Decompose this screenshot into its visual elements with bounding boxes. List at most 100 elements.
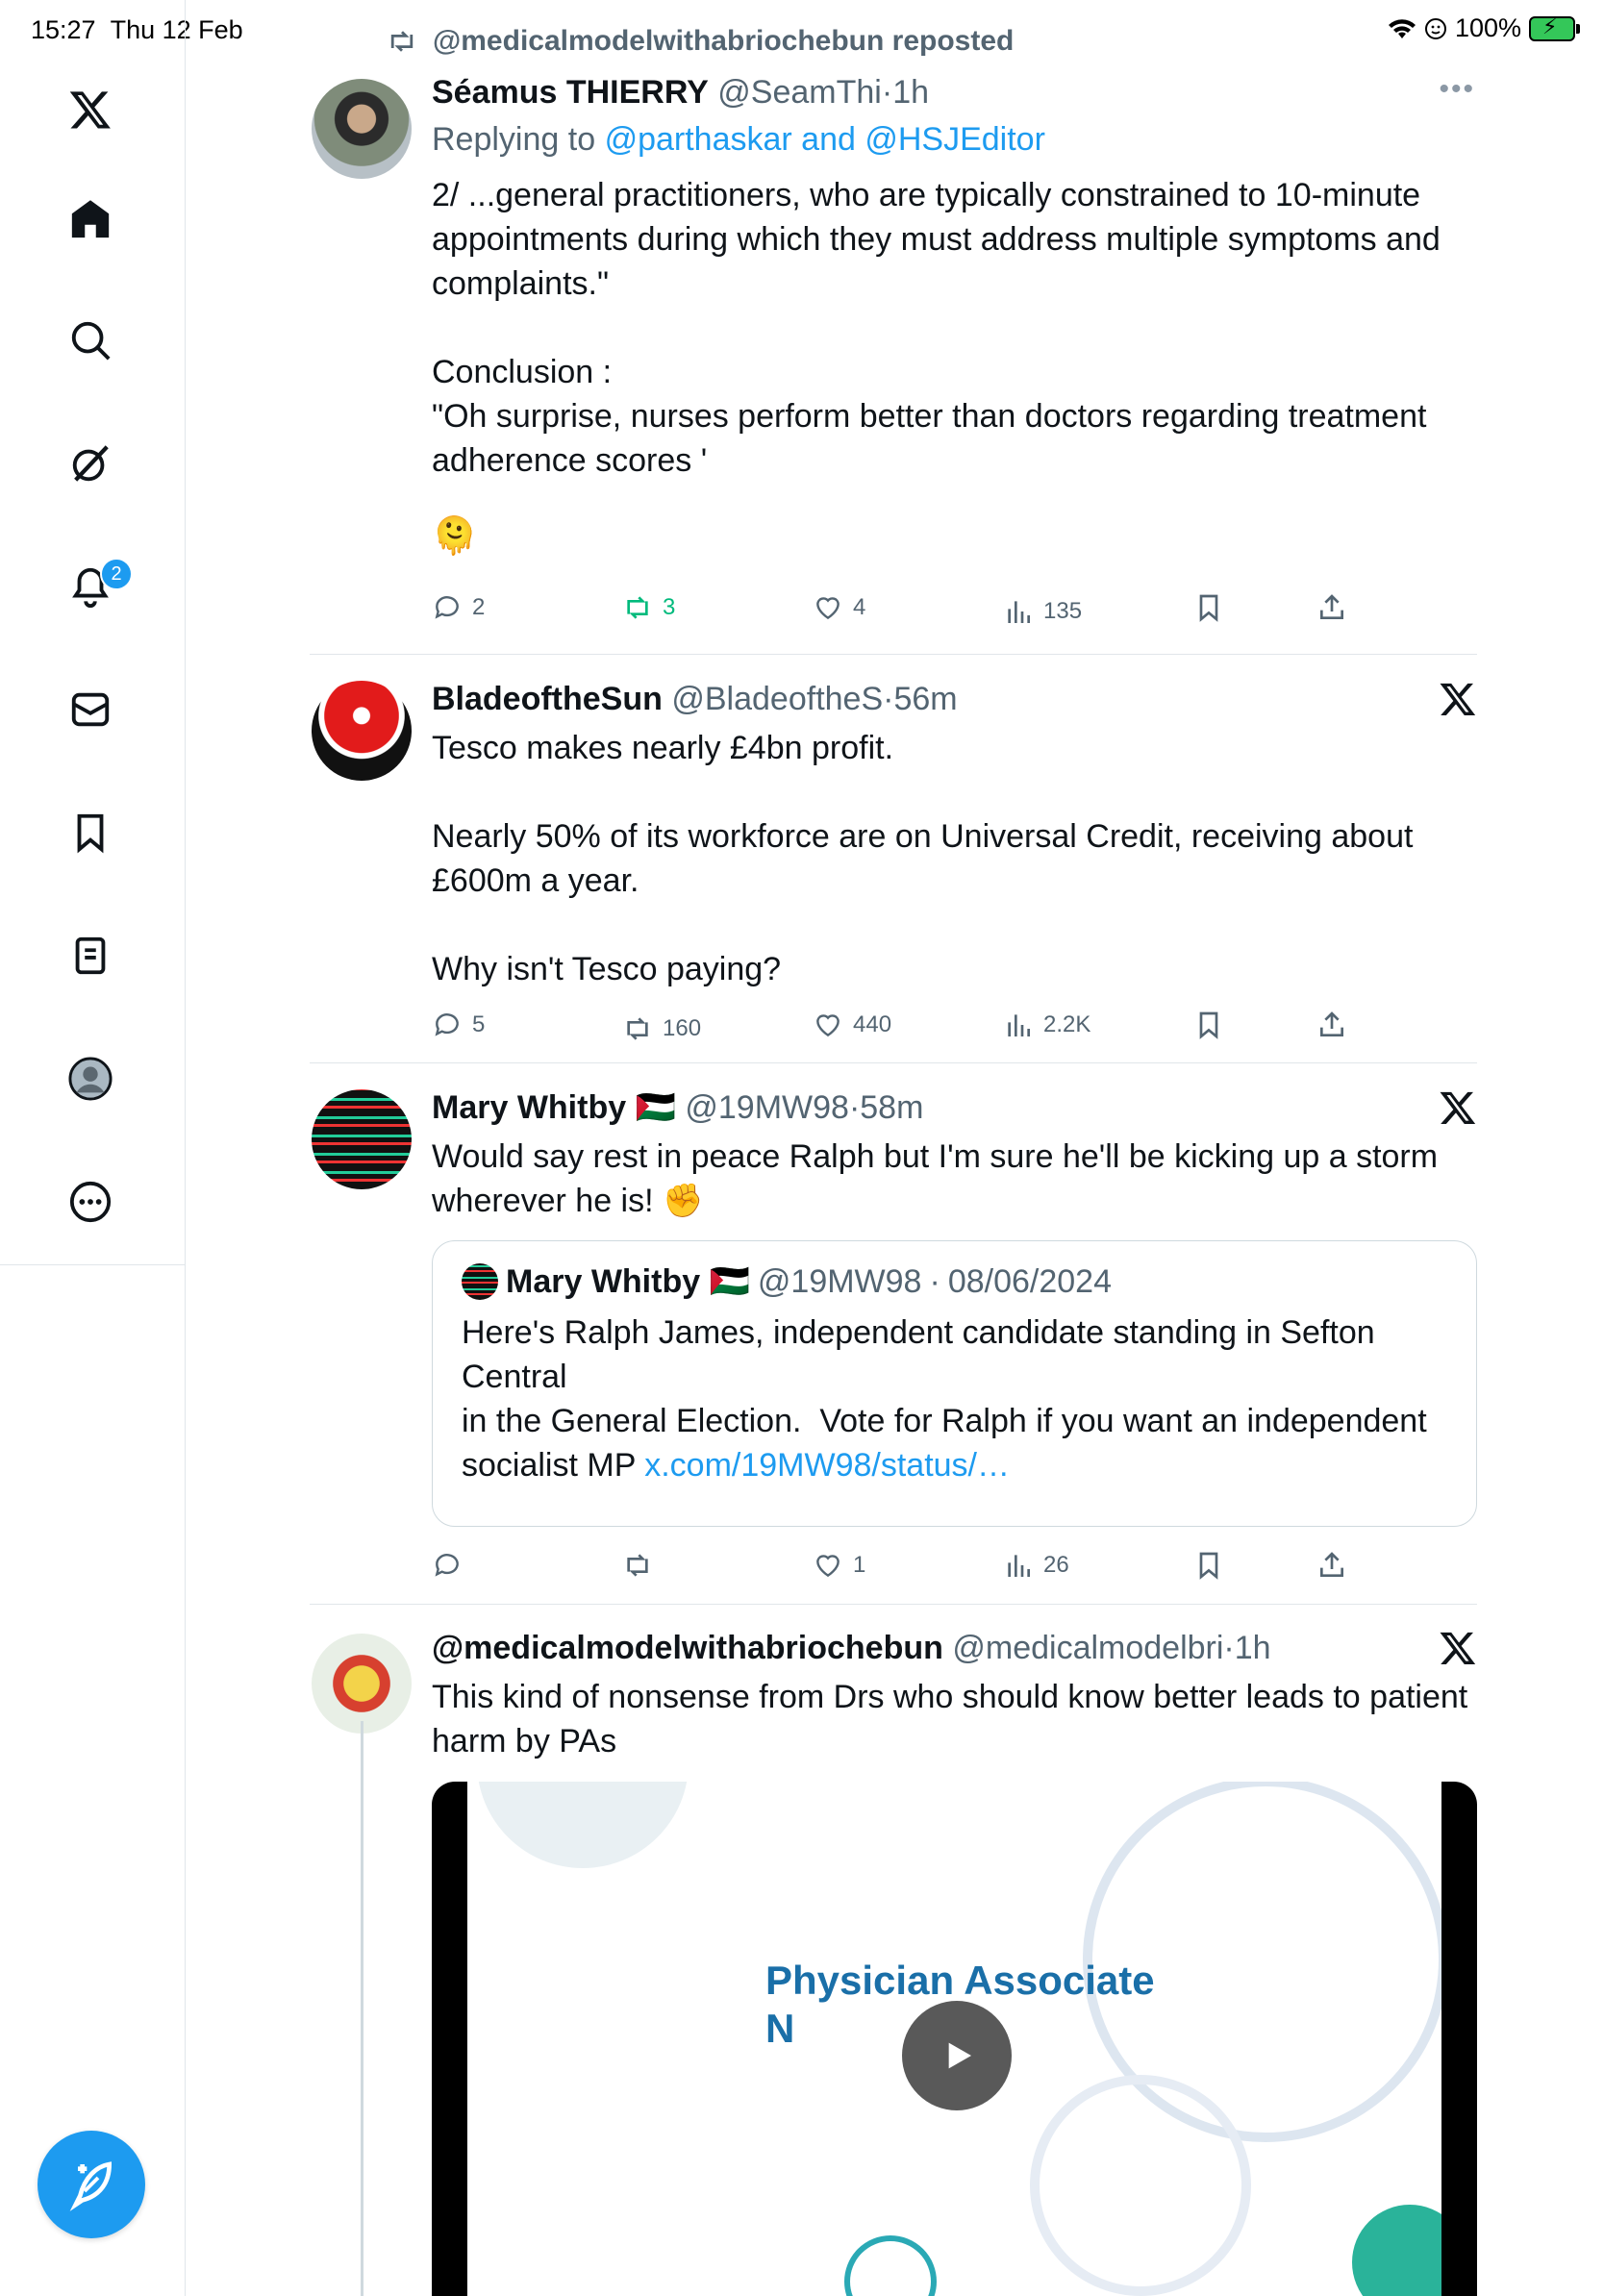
tweet-header: Mary Whitby 🇵🇸 @19MW98·58m <box>432 1085 1477 1131</box>
views-icon <box>1008 1014 1030 1036</box>
quote-handle[interactable]: @19MW98 <box>758 1263 922 1301</box>
tweet-text: This kind of nonsense from Drs who shoul… <box>432 1679 1477 1759</box>
notification-badge: 2 <box>100 558 133 590</box>
views-button[interactable]: 26 <box>1003 1546 1069 1585</box>
share-button[interactable] <box>1316 1006 1347 1044</box>
compose-feather-icon <box>69 2161 113 2211</box>
timestamp[interactable]: 58m <box>860 1089 923 1126</box>
user-handle[interactable]: @BladeoftheS <box>671 681 883 717</box>
avatar[interactable] <box>312 1634 412 1734</box>
more-icon[interactable] <box>54 1165 127 1238</box>
x-logo-icon <box>1440 683 1476 715</box>
views-icon <box>1008 1555 1030 1577</box>
repost-button[interactable]: 3 <box>622 588 675 627</box>
tweet-content: Mary Whitby 🇵🇸 @19MW98·58m Would say res… <box>432 1085 1477 1223</box>
views-button[interactable]: 135 <box>1003 592 1082 631</box>
emoji: 🫠 <box>432 516 478 557</box>
bookmark-icon <box>1199 1011 1218 1039</box>
share-button[interactable] <box>1316 1546 1347 1585</box>
views-button[interactable]: 2.2K <box>1003 1006 1090 1044</box>
avatar[interactable] <box>312 79 412 179</box>
reply-button[interactable] <box>432 1546 472 1585</box>
video-player[interactable]: Physician Associate N <box>432 1782 1477 2296</box>
avatar[interactable] <box>312 1089 412 1189</box>
timestamp[interactable]: 56m <box>893 681 957 717</box>
repost-count: 3 <box>663 594 676 620</box>
bookmark-icon <box>1199 1552 1218 1580</box>
repost-icon <box>390 31 414 52</box>
display-name[interactable]: Séamus THIERRY <box>432 74 709 111</box>
home-icon[interactable] <box>54 183 127 256</box>
focus-icon <box>1424 17 1446 39</box>
repost-icon <box>627 1017 648 1040</box>
search-icon[interactable] <box>54 304 127 377</box>
profile-icon[interactable] <box>54 1042 127 1115</box>
video-frame: Physician Associate N <box>467 1782 1441 2296</box>
more-options-icon[interactable]: ••• <box>1439 73 1475 106</box>
lists-icon[interactable] <box>54 919 127 992</box>
x-logo-icon[interactable] <box>54 73 127 146</box>
like-count: 1 <box>853 1552 866 1578</box>
tweet-actions: 1 26 <box>432 1546 1477 1585</box>
quote-text-block: Here's Ralph James, independent candidat… <box>462 1310 1442 1487</box>
avatar[interactable] <box>312 681 412 781</box>
repost-button[interactable] <box>622 1546 663 1585</box>
user-handle[interactable]: @medicalmodelbri <box>952 1630 1223 1666</box>
bookmark-button[interactable] <box>1193 1006 1224 1044</box>
like-button[interactable]: 440 <box>813 1006 891 1044</box>
bookmark-button[interactable] <box>1193 588 1224 627</box>
timestamp[interactable]: 1h <box>1235 1630 1271 1666</box>
repost-button[interactable]: 160 <box>622 1010 701 1048</box>
bookmarks-icon[interactable] <box>54 796 127 869</box>
quote-display-name[interactable]: Mary Whitby 🇵🇸 <box>506 1262 750 1301</box>
user-handle[interactable]: @SeamThi <box>717 74 882 111</box>
battery-percent: 100% <box>1454 13 1521 42</box>
user-handle[interactable]: @19MW98 <box>685 1089 849 1126</box>
repost-icon <box>627 596 648 619</box>
repost-indicator: @medicalmodelwithabriochebun reposted <box>385 25 1014 58</box>
bookmark-button[interactable] <box>1193 1546 1224 1585</box>
timestamp[interactable]: 1h <box>892 74 929 111</box>
share-icon <box>1320 594 1343 619</box>
reply-count: 5 <box>472 1011 486 1037</box>
tweet-text: Tesco makes nearly £4bn profit. Nearly 5… <box>432 730 1414 987</box>
compose-post-button[interactable] <box>38 2131 145 2238</box>
view-count: 2.2K <box>1043 1011 1091 1037</box>
views-icon <box>1008 601 1030 623</box>
reply-button[interactable]: 2 <box>432 588 485 627</box>
heart-icon <box>816 1555 840 1578</box>
share-icon <box>1320 1552 1343 1577</box>
share-button[interactable] <box>1316 588 1347 627</box>
repost-count: 160 <box>663 1015 702 1041</box>
replying-to-users[interactable]: @parthaskar and @HSJEditor <box>605 121 1045 158</box>
repost-label: @medicalmodelwithabriochebun reposted <box>433 25 1015 57</box>
reply-button[interactable]: 5 <box>432 1006 485 1044</box>
like-button[interactable]: 1 <box>813 1546 865 1585</box>
display-name[interactable]: @medicalmodelwithabriochebun <box>432 1630 943 1666</box>
messages-icon[interactable] <box>54 673 127 746</box>
tweet-text: Would say rest in peace Ralph but I'm su… <box>432 1138 1447 1219</box>
play-icon <box>948 2042 971 2069</box>
tweet-actions: 2 3 4 135 <box>432 588 1477 627</box>
display-name[interactable]: Mary Whitby 🇵🇸 <box>432 1089 676 1126</box>
x-logo-icon <box>1440 1091 1476 1124</box>
like-count: 440 <box>853 1011 892 1037</box>
grok-icon[interactable] <box>54 427 127 500</box>
notifications-icon[interactable]: 2 <box>54 550 133 623</box>
tweet-header: @medicalmodelwithabriochebun @medicalmod… <box>432 1625 1477 1671</box>
reply-icon <box>435 1554 459 1577</box>
reply-icon <box>435 596 459 619</box>
like-button[interactable]: 4 <box>813 588 865 627</box>
x-logo-icon <box>1440 1632 1476 1664</box>
separator-dot: · <box>883 681 894 717</box>
thread-line <box>361 1721 363 2296</box>
display-name[interactable]: BladeoftheSun <box>432 681 663 717</box>
separator-dot: · <box>929 1262 940 1300</box>
quoted-tweet[interactable]: Mary Whitby 🇵🇸 @19MW98 · 08/06/2024 Here's… <box>432 1240 1477 1527</box>
quote-link[interactable]: x.com/19MW98/status/… <box>644 1447 1010 1484</box>
separator-dot: · <box>1223 1630 1235 1666</box>
separator-dot: · <box>881 74 893 111</box>
play-button[interactable] <box>902 2001 1012 2110</box>
status-indicators: 100% ⚡ <box>1388 13 1580 43</box>
quote-avatar[interactable] <box>462 1263 498 1300</box>
